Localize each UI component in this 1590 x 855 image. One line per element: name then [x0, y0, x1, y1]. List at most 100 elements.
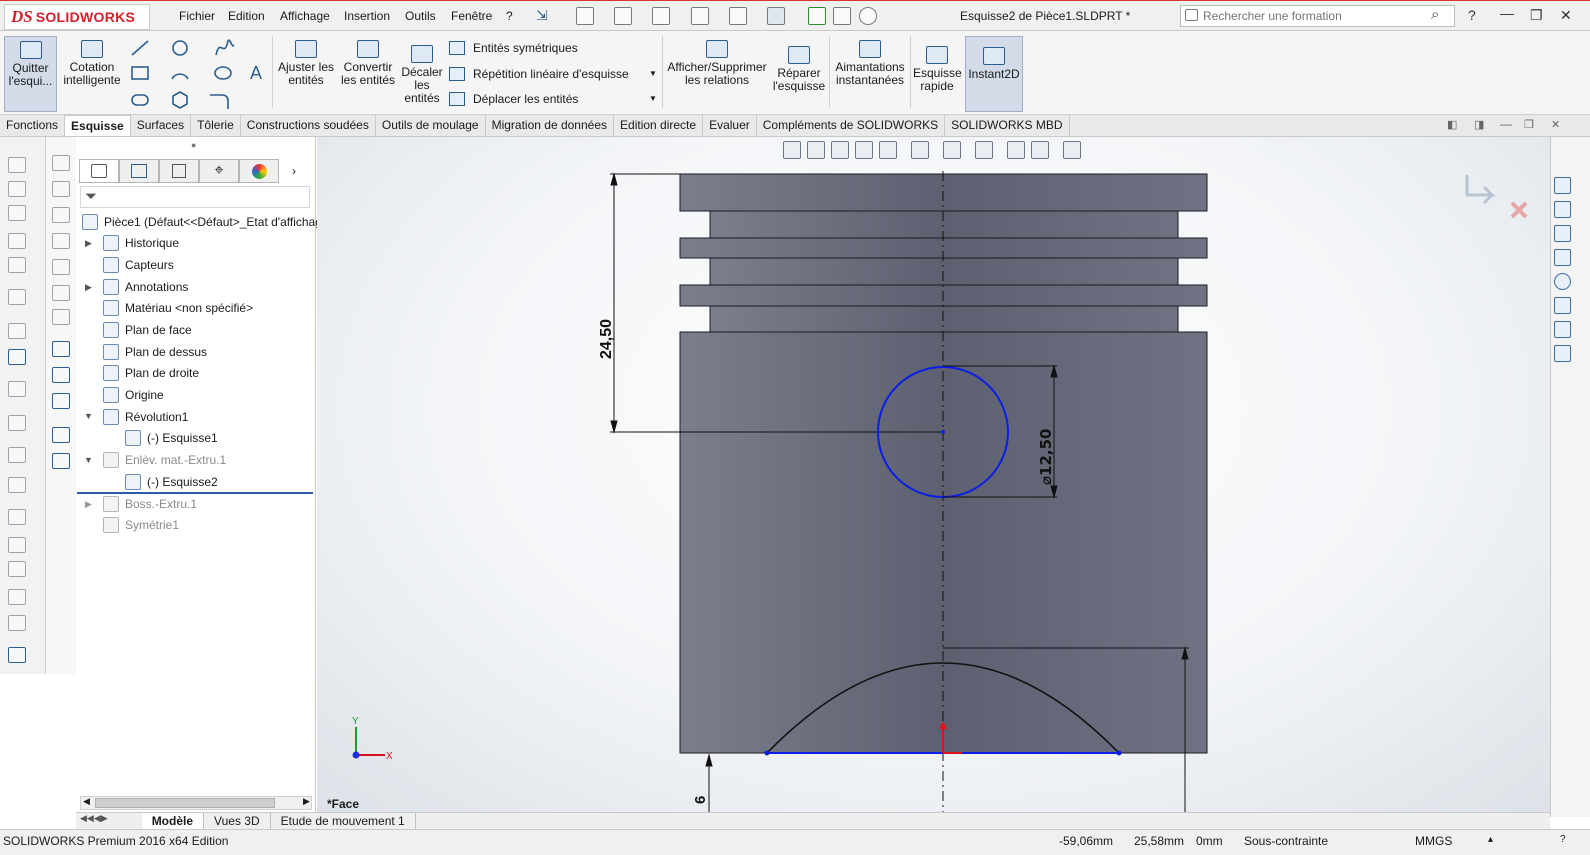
tab-surfaces[interactable]: Surfaces [131, 115, 192, 136]
fastener-tool-icon[interactable] [8, 381, 26, 397]
tree-item-esquisse1[interactable]: (-) Esquisse1 [125, 428, 218, 448]
resources-icon[interactable] [1554, 201, 1571, 218]
forum-icon[interactable] [1554, 321, 1571, 338]
tree-item-annotations[interactable]: Annotations [103, 277, 188, 297]
tab-fonctions[interactable]: Fonctions [0, 115, 66, 136]
collapse-arrow-icon[interactable]: ▼ [84, 455, 93, 465]
smart-dimension-button[interactable]: Cotation intelligente [62, 40, 122, 87]
minimize-icon[interactable]: — [1500, 5, 1514, 21]
dimension-tool-icon[interactable] [8, 181, 26, 197]
offset-entities-button[interactable]: Décaler les entités [400, 45, 444, 105]
menu-outils[interactable]: Outils [405, 9, 436, 23]
rib-tool-icon[interactable] [52, 259, 70, 275]
file-explorer-icon[interactable] [1554, 249, 1571, 266]
tree-item-plan-dessus[interactable]: Plan de dessus [103, 342, 207, 362]
wrap-tool-icon[interactable] [52, 309, 70, 325]
tree-item-revolution1[interactable]: Révolution1 [103, 407, 188, 427]
tab-etude-mouvement[interactable]: Etude de mouvement 1 [271, 813, 416, 829]
quick-snaps-button[interactable]: Aimantations instantanées [833, 40, 907, 87]
feature-tool-icon[interactable] [8, 233, 26, 249]
display-relations-button[interactable]: Afficher/Supprimer les relations [666, 40, 768, 87]
draft-tool-icon[interactable] [52, 285, 70, 301]
close-icon[interactable]: ✕ [1560, 7, 1572, 24]
graphics-area[interactable]: 24,50 ⌀12,50 6 Y X *Face [317, 137, 1550, 814]
tree-item-symetrie1[interactable]: Symétrie1 [103, 515, 179, 535]
annotation-tool-icon[interactable] [8, 589, 26, 605]
instant2d-button[interactable]: Instant2D [965, 36, 1023, 112]
sheetmetal-tool-icon[interactable] [8, 509, 26, 525]
tree-item-origine[interactable]: Origine [103, 385, 164, 405]
restore-doc-icon[interactable]: ❐ [1524, 118, 1534, 131]
tree-root[interactable]: Pièce1 (Défaut<<Défaut>_Etat d'affichage [82, 212, 329, 232]
menu-fichier[interactable]: Fichier [179, 9, 215, 23]
reference-tool-icon[interactable] [8, 289, 26, 305]
traffic-light-icon[interactable] [808, 7, 826, 25]
face-tool-icon[interactable] [52, 155, 70, 171]
rapid-sketch-button[interactable]: Esquisse rapide [913, 46, 962, 93]
menu-insertion[interactable]: Insertion [344, 9, 390, 23]
chevron-down-icon[interactable]: ▼ [649, 94, 657, 103]
tree-horizontal-scrollbar[interactable]: ◀ ▶ [80, 796, 312, 810]
exit-sketch-button[interactable]: Quitter l'esqui... [4, 36, 57, 112]
table-tool-icon[interactable] [8, 561, 26, 577]
help-status-icon[interactable]: ? [1560, 834, 1566, 845]
chevron-right-icon[interactable]: › [279, 159, 309, 183]
scroll-thumb[interactable] [95, 798, 275, 808]
tree-item-enlev-extru1[interactable]: Enlèv. mat.-Extru.1 [103, 450, 226, 470]
trim-button[interactable]: Ajuster les entités [276, 40, 336, 87]
linear-pattern-button[interactable]: Répétition linéaire d'esquisse [449, 67, 629, 81]
new-document-icon[interactable] [576, 7, 594, 25]
tree-item-plan-droite[interactable]: Plan de droite [103, 363, 199, 383]
move-entities-button[interactable]: Déplacer les entités [449, 92, 578, 106]
drawing-tool-icon[interactable] [8, 537, 26, 553]
maximize-icon[interactable]: ❐ [1530, 7, 1543, 24]
view-tool-icon[interactable] [8, 615, 26, 631]
tab-nav-icon[interactable]: ◀◀◀▶ [76, 813, 112, 829]
tab-modele[interactable]: Modèle [141, 813, 205, 829]
tab-display-manager[interactable] [239, 159, 279, 183]
tab-evaluer[interactable]: Evaluer [703, 115, 757, 136]
file-properties-icon[interactable] [833, 7, 851, 25]
pattern-tool-icon[interactable] [8, 323, 26, 339]
panel-right-icon[interactable]: ◨ [1474, 118, 1484, 131]
expand-arrow-icon[interactable]: ▶ [85, 282, 92, 293]
chevron-down-icon[interactable]: ▼ [649, 69, 657, 78]
print-icon[interactable] [691, 7, 709, 25]
weld-tool-icon[interactable] [8, 415, 26, 431]
tab-edition-directe[interactable]: Edition directe [614, 115, 704, 136]
sketch-plane-icon[interactable] [52, 341, 70, 357]
save-icon[interactable] [652, 7, 670, 25]
custom-properties-icon[interactable] [1554, 297, 1571, 314]
panel-left-icon[interactable]: ◧ [1447, 118, 1457, 131]
tab-esquisse[interactable]: Esquisse [65, 115, 131, 136]
edge-tool-icon[interactable] [52, 181, 70, 197]
search-icon[interactable]: ⌕ [1431, 6, 1439, 23]
mold-tool-icon[interactable] [8, 477, 26, 493]
home-icon[interactable] [1554, 177, 1571, 194]
menu-edition[interactable]: Edition [228, 9, 265, 23]
mate-tool-icon[interactable] [8, 349, 26, 365]
block-icon[interactable] [52, 427, 70, 443]
tree-item-boss-extru1[interactable]: Boss.-Extru.1 [103, 494, 197, 514]
solidworks-logo[interactable]: DS SOLIDWORKS [4, 4, 150, 30]
tree-item-materiau[interactable]: Matériau <non spécifié> [103, 298, 253, 318]
tab-dimxpert[interactable]: ⌖ [199, 159, 239, 183]
undo-icon[interactable] [729, 7, 747, 25]
mirror-entities-button[interactable]: Entités symétriques [449, 41, 578, 55]
tree-item-historique[interactable]: Historique [103, 233, 179, 253]
tab-vues-3d[interactable]: Vues 3D [204, 813, 271, 829]
tab-mbd[interactable]: SOLIDWORKS MBD [945, 115, 1070, 136]
block-edit-icon[interactable] [52, 453, 70, 469]
view-palette-icon[interactable] [1554, 345, 1571, 362]
minimize-doc-icon[interactable]: — [1500, 117, 1512, 131]
status-units[interactable]: MMGS [1415, 834, 1452, 848]
close-doc-icon[interactable]: ✕ [1551, 118, 1560, 131]
tree-item-plan-face[interactable]: Plan de face [103, 320, 192, 340]
sketch-tool-icon[interactable] [8, 157, 26, 173]
sketch-entities-grid[interactable]: A [130, 39, 265, 115]
measure-tool-icon[interactable] [8, 647, 26, 663]
search-box[interactable]: ⌕ [1180, 5, 1455, 27]
scroll-left-icon[interactable]: ◀ [83, 796, 90, 807]
search-input[interactable] [1181, 6, 1413, 26]
tree-item-esquisse2[interactable]: (-) Esquisse2 [125, 472, 218, 492]
